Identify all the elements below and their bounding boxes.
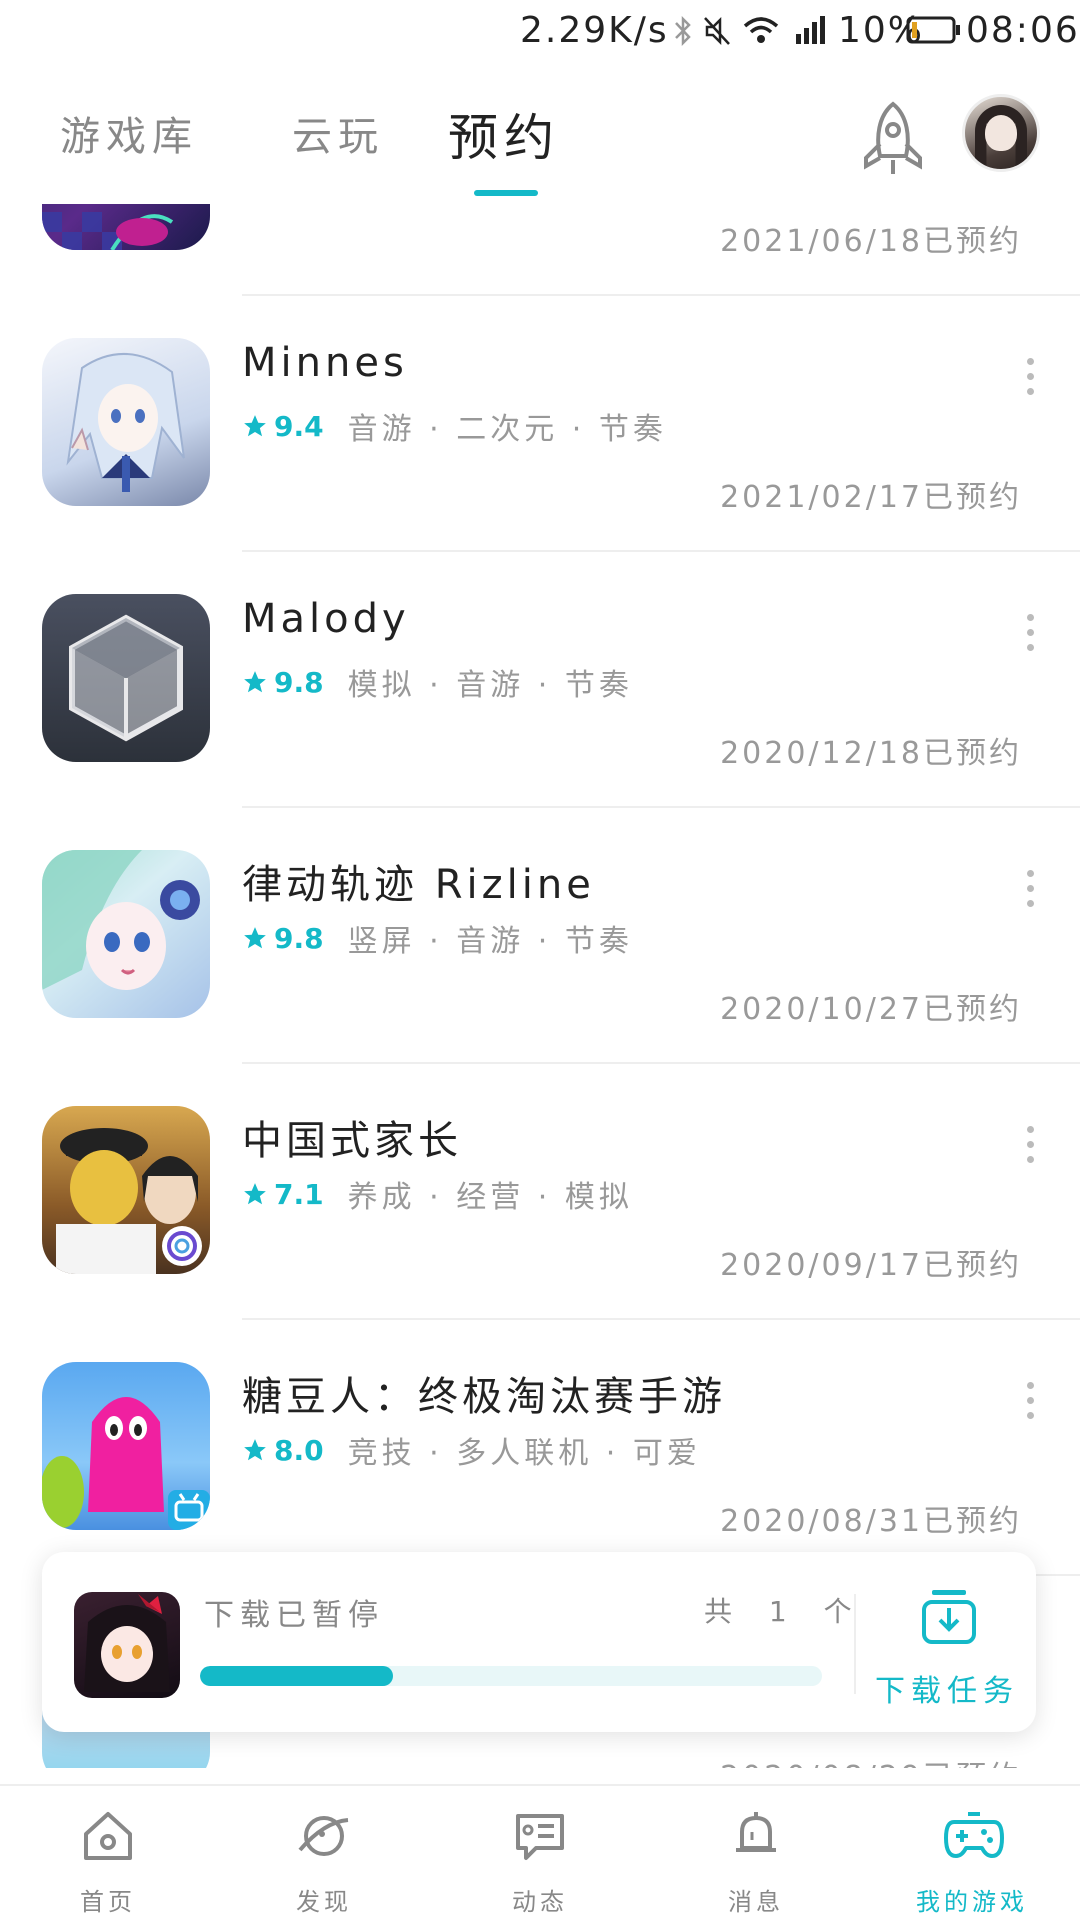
star-icon: [244, 671, 266, 693]
rating-row: 9.8 竖屏 · 音游 · 节奏: [242, 918, 633, 959]
nav-discover-label: 发现: [296, 1888, 352, 1916]
nav-feed[interactable]: 动态: [432, 1786, 648, 1922]
clock: 08:06: [966, 10, 1080, 51]
game-score: 9.4: [274, 409, 324, 443]
battery-icon: [906, 16, 960, 44]
active-tab-indicator: [474, 190, 538, 196]
download-progress-bar: [200, 1666, 822, 1686]
gamepad-icon: [944, 1812, 1004, 1858]
list-item[interactable]: 2021/06/18已预约: [0, 204, 1080, 296]
reservation-date: 2020/12/18已预约: [720, 736, 1022, 771]
reservation-date: 2020/08/31已预约: [720, 1504, 1022, 1539]
game-tags: 音游 · 二次元 · 节奏: [347, 412, 667, 447]
game-title: Malody: [242, 596, 410, 642]
list-item[interactable]: 中国式家长 7.1 养成 · 经营 · 模拟 2020/09/17已预约: [0, 1064, 1080, 1320]
list-item[interactable]: 糖豆人：终极淘汰赛手游 8.0 竞技 · 多人联机 · 可爱 2020/08/3…: [0, 1320, 1080, 1576]
game-tags: 竞技 · 多人联机 · 可爱: [347, 1436, 701, 1471]
more-options-icon[interactable]: [1024, 358, 1036, 398]
game-title: 糖豆人：终极淘汰赛手游: [242, 1374, 726, 1420]
tab-reservations[interactable]: 预约: [448, 98, 560, 170]
tab-cloud-play[interactable]: 云玩: [292, 104, 384, 162]
nav-home[interactable]: 首页: [0, 1786, 216, 1922]
rating-row: 7.1 养成 · 经营 · 模拟: [242, 1174, 633, 1215]
reservation-date: 2021/02/17已预约: [720, 480, 1022, 515]
game-score: 9.8: [274, 921, 324, 955]
chat-icon: [516, 1814, 564, 1860]
rating-row: 9.4 音游 · 二次元 · 节奏: [242, 406, 667, 447]
star-icon: [244, 1439, 266, 1461]
home-icon: [84, 1812, 132, 1860]
planet-icon: [298, 1816, 349, 1856]
nav-home-label: 首页: [80, 1888, 136, 1916]
rating-row: 9.8 模拟 · 音游 · 节奏: [242, 662, 633, 703]
game-tags: 模拟 · 音游 · 节奏: [347, 668, 633, 703]
game-score: 8.0: [274, 1433, 324, 1467]
game-title: 中国式家长: [242, 1118, 462, 1164]
game-icon: [42, 594, 210, 762]
rating-row: 8.0 竞技 · 多人联机 · 可爱: [242, 1430, 701, 1471]
star-icon: [244, 927, 266, 949]
star-icon: [244, 1183, 266, 1205]
game-icon: [42, 1362, 210, 1530]
game-tags: 养成 · 经营 · 模拟: [347, 1180, 633, 1215]
download-progress-fill: [200, 1666, 393, 1686]
tab-game-library[interactable]: 游戏库: [60, 104, 198, 162]
nav-my-games-label: 我的游戏: [916, 1888, 1028, 1916]
nav-messages[interactable]: 消息: [648, 1786, 864, 1922]
game-title: 律动轨迹 Rizline: [242, 862, 595, 908]
signal-icon: [796, 16, 825, 44]
network-speed: 2.29K/s: [520, 10, 669, 51]
game-score: 7.1: [274, 1177, 324, 1211]
nav-my-games[interactable]: 我的游戏: [864, 1786, 1080, 1922]
wifi-icon: [743, 17, 779, 43]
bottom-nav: 首页 发现 动态 消息 我的游戏: [0, 1784, 1080, 1922]
reservation-list[interactable]: 2021/06/18已预约 Minnes 9.4 音游 · 二次元 · 节奏 2…: [0, 204, 1080, 1768]
mute-icon: [704, 16, 730, 46]
rocket-icon[interactable]: [858, 100, 928, 180]
download-panel[interactable]: 下载已暂停 共 1 个 下载任务: [42, 1552, 1036, 1732]
nav-messages-label: 消息: [728, 1888, 784, 1916]
download-status: 下载已暂停: [204, 1598, 384, 1633]
game-icon: [42, 204, 210, 250]
more-options-icon[interactable]: [1024, 870, 1036, 910]
nav-discover[interactable]: 发现: [216, 1786, 432, 1922]
download-tray-icon: [922, 1590, 976, 1644]
bluetooth-icon: [675, 15, 691, 47]
list-item[interactable]: 律动轨迹 Rizline 9.8 竖屏 · 音游 · 节奏 2020/10/27…: [0, 808, 1080, 1064]
game-icon: [42, 850, 210, 1018]
status-bar: 2.29K/s 10% 08:06: [0, 0, 1080, 64]
game-score: 9.8: [274, 665, 324, 699]
list-item[interactable]: Minnes 9.4 音游 · 二次元 · 节奏 2021/02/17已预约: [0, 296, 1080, 552]
download-game-thumbnail: [74, 1592, 180, 1698]
reservation-date: 2020/10/27已预约: [720, 992, 1022, 1027]
download-count: 共 1 个: [704, 1595, 866, 1628]
bell-icon: [736, 1812, 776, 1852]
game-icon: [42, 338, 210, 506]
nav-feed-label: 动态: [512, 1888, 568, 1916]
reservation-date: 2020/09/17已预约: [720, 1248, 1022, 1283]
top-tabs: 游戏库 云玩 预约: [0, 64, 1080, 204]
download-tasks-label: 下载任务: [875, 1674, 1019, 1709]
game-icon: [42, 1106, 210, 1274]
avatar[interactable]: [962, 94, 1040, 172]
list-item[interactable]: Malody 9.8 模拟 · 音游 · 节奏 2020/12/18已预约: [0, 552, 1080, 808]
more-options-icon[interactable]: [1024, 614, 1036, 654]
more-options-icon[interactable]: [1024, 1382, 1036, 1422]
download-tasks-button[interactable]: 下载任务: [872, 1580, 1022, 1710]
reservation-date: 2020/08/29已预约: [720, 1752, 1022, 1768]
reservation-date: 2021/06/18已预约: [720, 224, 1022, 259]
more-options-icon[interactable]: [1024, 1126, 1036, 1166]
game-tags: 竖屏 · 音游 · 节奏: [347, 924, 633, 959]
star-icon: [244, 415, 266, 437]
game-title: Minnes: [242, 340, 408, 386]
